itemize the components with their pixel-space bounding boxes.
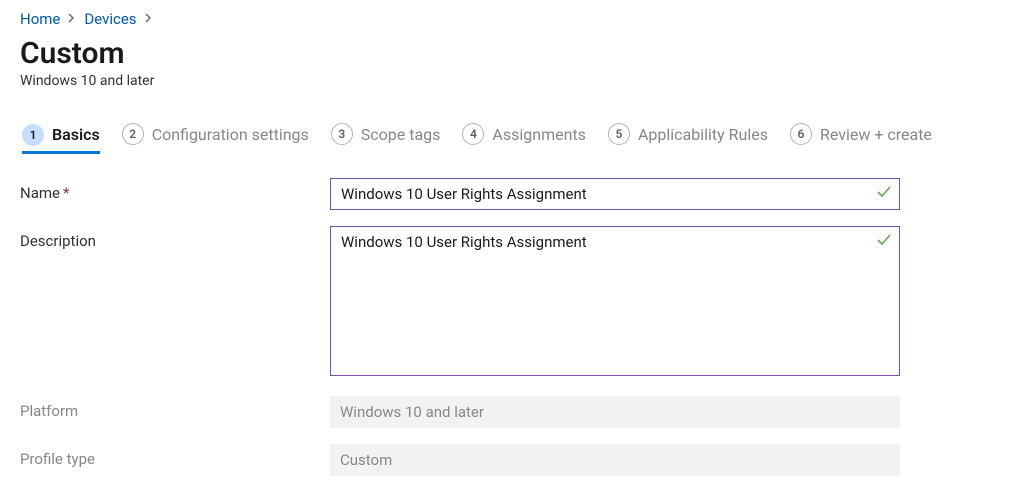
breadcrumb: Home Devices [20,10,1004,28]
step-label: Assignments [492,125,586,144]
wizard-steps: 1 Basics 2 Configuration settings 3 Scop… [20,123,1004,154]
form-row-name: Name* [20,178,1004,210]
name-label: Name* [20,178,330,202]
description-input[interactable] [330,226,900,376]
form-row-platform: Platform Windows 10 and later [20,396,1004,428]
form-row-profile-type: Profile type Custom [20,444,1004,476]
step-number: 5 [608,123,630,145]
description-label: Description [20,226,330,250]
step-review-create[interactable]: 6 Review + create [790,123,932,154]
breadcrumb-devices[interactable]: Devices [84,10,136,28]
step-configuration-settings[interactable]: 2 Configuration settings [122,123,309,154]
step-number: 1 [22,124,44,146]
page-title: Custom [20,36,1004,71]
step-number: 6 [790,123,812,145]
basics-form: Name* Description [20,178,1004,476]
step-number: 4 [462,123,484,145]
step-label: Applicability Rules [638,125,768,144]
name-input[interactable] [330,178,900,210]
platform-value: Windows 10 and later [330,396,900,428]
platform-label: Platform [20,396,330,420]
step-assignments[interactable]: 4 Assignments [462,123,586,154]
page-subtitle: Windows 10 and later [20,73,1004,89]
form-row-description: Description [20,226,1004,380]
step-basics[interactable]: 1 Basics [22,124,100,154]
step-label: Configuration settings [152,125,309,144]
chevron-right-icon [145,12,153,27]
step-label: Basics [52,125,100,144]
profile-type-value: Custom [330,444,900,476]
step-scope-tags[interactable]: 3 Scope tags [331,123,441,154]
required-mark: * [63,184,69,202]
breadcrumb-home[interactable]: Home [20,10,60,28]
step-number: 2 [122,123,144,145]
chevron-right-icon [68,12,76,27]
step-label: Review + create [820,125,932,144]
step-applicability-rules[interactable]: 5 Applicability Rules [608,123,768,154]
profile-type-label: Profile type [20,444,330,468]
step-label: Scope tags [361,125,441,144]
step-number: 3 [331,123,353,145]
